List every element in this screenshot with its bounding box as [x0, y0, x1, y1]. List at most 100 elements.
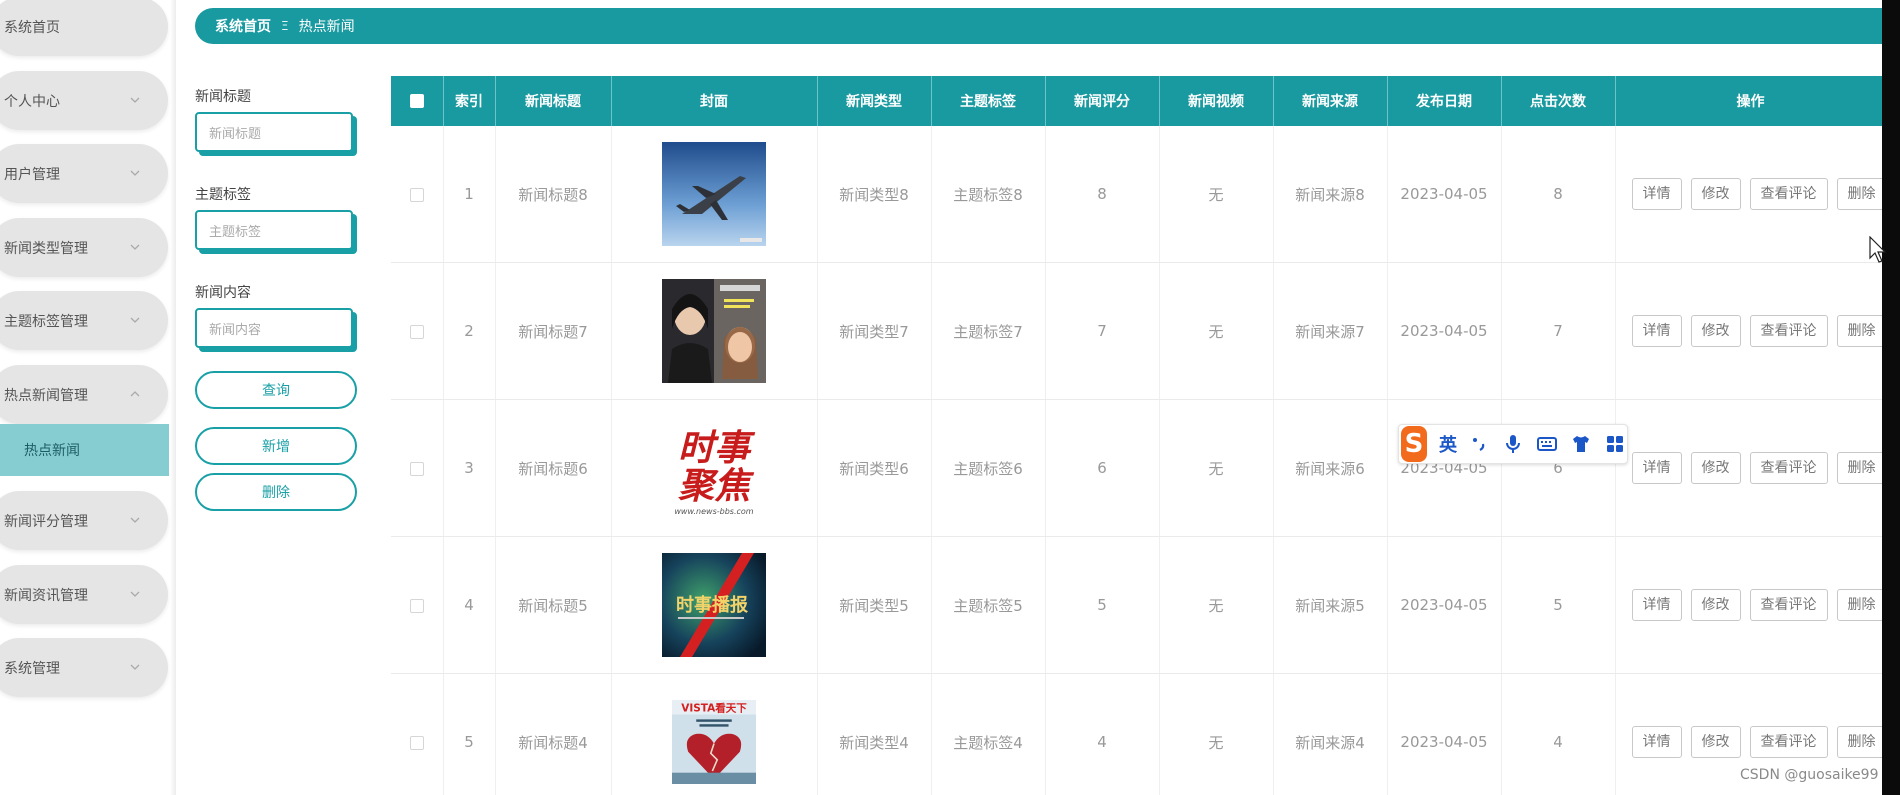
table-row: 1 新闻标题8 新闻类型8 主题标签8 8 无 新闻来源8 2023-04-05…	[391, 126, 1887, 263]
row-checkbox[interactable]	[409, 598, 424, 613]
view-comments-button[interactable]: 查看评论	[1749, 726, 1828, 758]
column-header: 新闻类型	[817, 76, 932, 126]
sidebar-item-news-type-management[interactable]: 新闻类型管理	[0, 218, 168, 277]
detail-button[interactable]: 详情	[1631, 178, 1682, 210]
date-cell: 2023-04-05	[1387, 262, 1502, 400]
actions-cell: 详情 修改 查看评论 删除	[1615, 399, 1887, 537]
chevron-up-icon	[128, 387, 142, 401]
source-cell: 新闻来源5	[1273, 536, 1388, 674]
sidebar-item-label: 用户管理	[4, 166, 60, 183]
view-comments-button[interactable]: 查看评论	[1749, 315, 1828, 347]
sidebar-item-label: 主题标签管理	[4, 313, 88, 330]
sidebar-item-news-score-management[interactable]: 新闻评分管理	[0, 491, 168, 550]
fighter-jet-cover-image	[662, 142, 766, 246]
delete-row-button[interactable]: 删除	[1836, 315, 1887, 347]
ime-logo-icon[interactable]: S	[1401, 426, 1427, 462]
skin-shirt-icon[interactable]	[1569, 432, 1593, 456]
title-cell: 新闻标题6	[495, 399, 612, 537]
column-header: 新闻评分	[1045, 76, 1160, 126]
score-cell: 6	[1045, 399, 1160, 537]
chevron-down-icon	[128, 660, 142, 674]
edit-button[interactable]: 修改	[1690, 452, 1741, 484]
microphone-icon[interactable]	[1501, 432, 1525, 456]
video-cell: 无	[1159, 536, 1274, 674]
topic-tag-label: 主题标签	[195, 187, 251, 203]
sidebar-item-home[interactable]: 系统首页	[0, 0, 168, 56]
keyboard-icon[interactable]	[1535, 432, 1559, 456]
sidebar-item-personal-center[interactable]: 个人中心	[0, 71, 168, 130]
chevron-down-icon	[128, 313, 142, 327]
row-checkbox[interactable]	[409, 324, 424, 339]
score-cell: 8	[1045, 126, 1160, 263]
cover-text: 时事	[678, 428, 756, 469]
cover-cell: VISTA看天下	[611, 673, 818, 795]
column-header: 新闻视频	[1159, 76, 1274, 126]
apps-grid-icon[interactable]	[1603, 432, 1627, 456]
view-comments-button[interactable]: 查看评论	[1749, 589, 1828, 621]
sidebar-subitem-hot-news[interactable]: 热点新闻	[0, 424, 169, 476]
detail-button[interactable]: 详情	[1631, 726, 1682, 758]
topic-tag-input[interactable]: 主题标签	[195, 210, 353, 250]
screen-edge	[1882, 0, 1900, 795]
delete-row-button[interactable]: 删除	[1836, 178, 1887, 210]
hot-news-table: 索引 新闻标题 封面 新闻类型 主题标签 新闻评分 新闻视频 新闻来源 发布日期…	[391, 76, 1887, 795]
mouse-cursor-icon	[1869, 236, 1887, 263]
breadcrumb-home[interactable]: 系统首页	[215, 16, 271, 36]
detail-button[interactable]: 详情	[1631, 589, 1682, 621]
punctuation-icon[interactable]	[1467, 432, 1491, 456]
chevron-down-icon	[128, 240, 142, 254]
news-title-input[interactable]: 新闻标题	[195, 112, 353, 152]
index-cell: 4	[443, 536, 496, 674]
delete-row-button[interactable]: 删除	[1836, 589, 1887, 621]
delete-row-button[interactable]: 删除	[1836, 452, 1887, 484]
detail-button[interactable]: 详情	[1631, 452, 1682, 484]
delete-selected-button[interactable]: 删除	[195, 473, 357, 511]
sidebar-item-news-info-management[interactable]: 新闻资讯管理	[0, 565, 168, 624]
sidebar-item-user-management[interactable]: 用户管理	[0, 144, 168, 203]
edit-button[interactable]: 修改	[1690, 589, 1741, 621]
clicks-cell: 7	[1501, 262, 1616, 400]
row-checkbox[interactable]	[409, 735, 424, 750]
type-cell: 新闻类型8	[817, 126, 932, 263]
edit-button[interactable]: 修改	[1690, 178, 1741, 210]
date-cell: 2023-04-05	[1387, 126, 1502, 263]
sidebar-item-label: 系统管理	[4, 660, 60, 677]
sidebar-item-system-management[interactable]: 系统管理	[0, 638, 168, 697]
row-checkbox[interactable]	[409, 461, 424, 476]
clicks-cell: 8	[1501, 126, 1616, 263]
view-comments-button[interactable]: 查看评论	[1749, 178, 1828, 210]
table-row: 4 新闻标题5 时事播报 新闻类型5 主题标签5 5 无 新闻来源5 2023-	[391, 536, 1887, 674]
sidebar-item-hot-news-management[interactable]: 热点新闻管理	[0, 365, 168, 424]
magazine-portrait-cover-image	[662, 279, 766, 383]
select-all-header	[391, 76, 444, 126]
type-cell: 新闻类型4	[817, 673, 932, 795]
ime-toolbar[interactable]: S 英	[1398, 424, 1628, 464]
video-cell: 无	[1159, 262, 1274, 400]
row-select-cell	[391, 673, 444, 795]
detail-button[interactable]: 详情	[1631, 315, 1682, 347]
ime-language-toggle[interactable]: 英	[1439, 431, 1457, 457]
delete-row-button[interactable]: 删除	[1836, 726, 1887, 758]
edit-button[interactable]: 修改	[1690, 315, 1741, 347]
type-cell: 新闻类型6	[817, 399, 932, 537]
query-button[interactable]: 查询	[195, 371, 357, 409]
date-cell: 2023-04-05	[1387, 673, 1502, 795]
sidebar-item-label: 热点新闻管理	[4, 387, 88, 404]
select-all-checkbox[interactable]	[409, 94, 424, 108]
chevron-down-icon	[128, 513, 142, 527]
title-cell: 新闻标题4	[495, 673, 612, 795]
title-cell: 新闻标题8	[495, 126, 612, 263]
sidebar-subitem-label: 热点新闻	[24, 443, 80, 459]
news-broadcast-cover-image: 时事播报	[662, 553, 766, 657]
news-content-input[interactable]: 新闻内容	[195, 308, 353, 348]
source-cell: 新闻来源6	[1273, 399, 1388, 537]
clicks-cell: 5	[1501, 536, 1616, 674]
sidebar-item-topic-tag-management[interactable]: 主题标签管理	[0, 291, 168, 350]
row-checkbox[interactable]	[409, 187, 424, 202]
sidebar: 系统首页 个人中心 用户管理 新闻类型管理 主题标签管理 热点新闻管理 热点新闻…	[0, 0, 176, 795]
view-comments-button[interactable]: 查看评论	[1749, 452, 1828, 484]
add-button[interactable]: 新增	[195, 427, 357, 465]
type-cell: 新闻类型5	[817, 536, 932, 674]
cover-cell: 时事播报	[611, 536, 818, 674]
edit-button[interactable]: 修改	[1690, 726, 1741, 758]
